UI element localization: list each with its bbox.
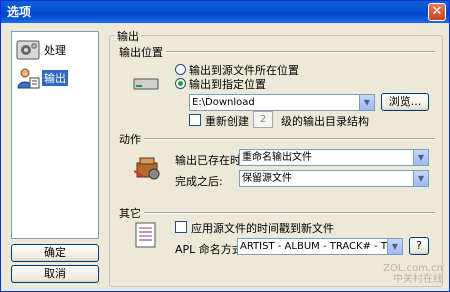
separator bbox=[119, 138, 435, 140]
apl-naming-value: ARTIST - ALBUM - TRACK# - TITLE bbox=[240, 241, 403, 252]
chevron-down-icon[interactable]: ▼ bbox=[359, 95, 374, 110]
group-title: 输出 bbox=[115, 28, 141, 44]
after-action-select[interactable]: 保留源文件 ▼ bbox=[239, 170, 429, 187]
separator bbox=[119, 51, 435, 53]
help-button[interactable]: ? bbox=[409, 237, 429, 255]
recreate-checkbox[interactable] bbox=[189, 114, 201, 126]
browse-button[interactable]: 浏览... bbox=[381, 93, 429, 111]
levels-spinbox[interactable]: 2 bbox=[253, 111, 273, 128]
exists-action-value: 重命名输出文件 bbox=[242, 152, 312, 163]
exists-action-select[interactable]: 重命名输出文件 ▼ bbox=[239, 149, 429, 166]
close-button[interactable]: ✕ bbox=[428, 3, 446, 21]
category-list: 处理 输出 bbox=[11, 31, 99, 239]
radio-output-to-specified[interactable] bbox=[175, 78, 186, 89]
separator bbox=[119, 212, 435, 214]
levels-suffix: 级的输出目录结构 bbox=[281, 115, 369, 128]
section-label-other: 其它 bbox=[119, 205, 144, 221]
nav-item-label: 处理 bbox=[44, 44, 66, 57]
output-path-combo[interactable]: E:\Download ▼ bbox=[189, 94, 375, 111]
drive-icon bbox=[133, 78, 159, 90]
gear-icon bbox=[16, 40, 40, 60]
document-icon bbox=[135, 222, 156, 248]
section-label-output-location: 输出位置 bbox=[119, 44, 166, 60]
apl-naming-select[interactable]: ARTIST - ALBUM - TRACK# - TITLE ▼ bbox=[237, 238, 403, 255]
nav-item-output[interactable]: 输出 bbox=[14, 64, 96, 92]
apply-timestamp-label: 应用源文件的时间戳到新文件 bbox=[191, 222, 334, 235]
output-path-value: E:\Download bbox=[192, 97, 255, 108]
chevron-down-icon[interactable]: ▼ bbox=[413, 150, 428, 165]
output-user-icon bbox=[17, 68, 40, 89]
nav-item-label: 输出 bbox=[42, 70, 68, 86]
section-label-action: 动作 bbox=[119, 131, 144, 147]
ok-button[interactable]: 确定 bbox=[11, 244, 99, 262]
apl-naming-label: APL 命名方式: bbox=[175, 243, 247, 256]
action-tools-icon bbox=[134, 157, 160, 180]
cancel-button[interactable]: 取消 bbox=[11, 265, 99, 283]
after-action-value: 保留源文件 bbox=[242, 173, 292, 184]
nav-item-processing[interactable]: 处理 bbox=[14, 36, 96, 64]
radio-output-to-source[interactable] bbox=[175, 64, 186, 75]
window-title: 选项 bbox=[7, 5, 32, 19]
watermark-sub: 中关村在线 bbox=[393, 274, 443, 285]
options-dialog: 选项 ✕ 处理 输出 确定 取消 输出 输出位置 输出到源文件所在位置 输出到指… bbox=[0, 0, 450, 292]
radio-output-to-specified-label: 输出到指定位置 bbox=[189, 78, 266, 91]
close-icon: ✕ bbox=[431, 4, 443, 19]
exists-label: 输出已存在时: bbox=[175, 154, 245, 167]
title-bar: 选项 ✕ bbox=[1, 1, 449, 23]
watermark-site: ZOL.com.cn bbox=[383, 263, 443, 274]
chevron-down-icon[interactable]: ▼ bbox=[387, 239, 402, 254]
recreate-label: 重新创建 bbox=[205, 115, 249, 128]
watermark: ZOL.com.cn 中关村在线 bbox=[383, 263, 443, 285]
apply-timestamp-checkbox[interactable] bbox=[175, 221, 187, 233]
chevron-down-icon[interactable]: ▼ bbox=[413, 171, 428, 186]
after-label: 完成之后: bbox=[175, 175, 223, 188]
